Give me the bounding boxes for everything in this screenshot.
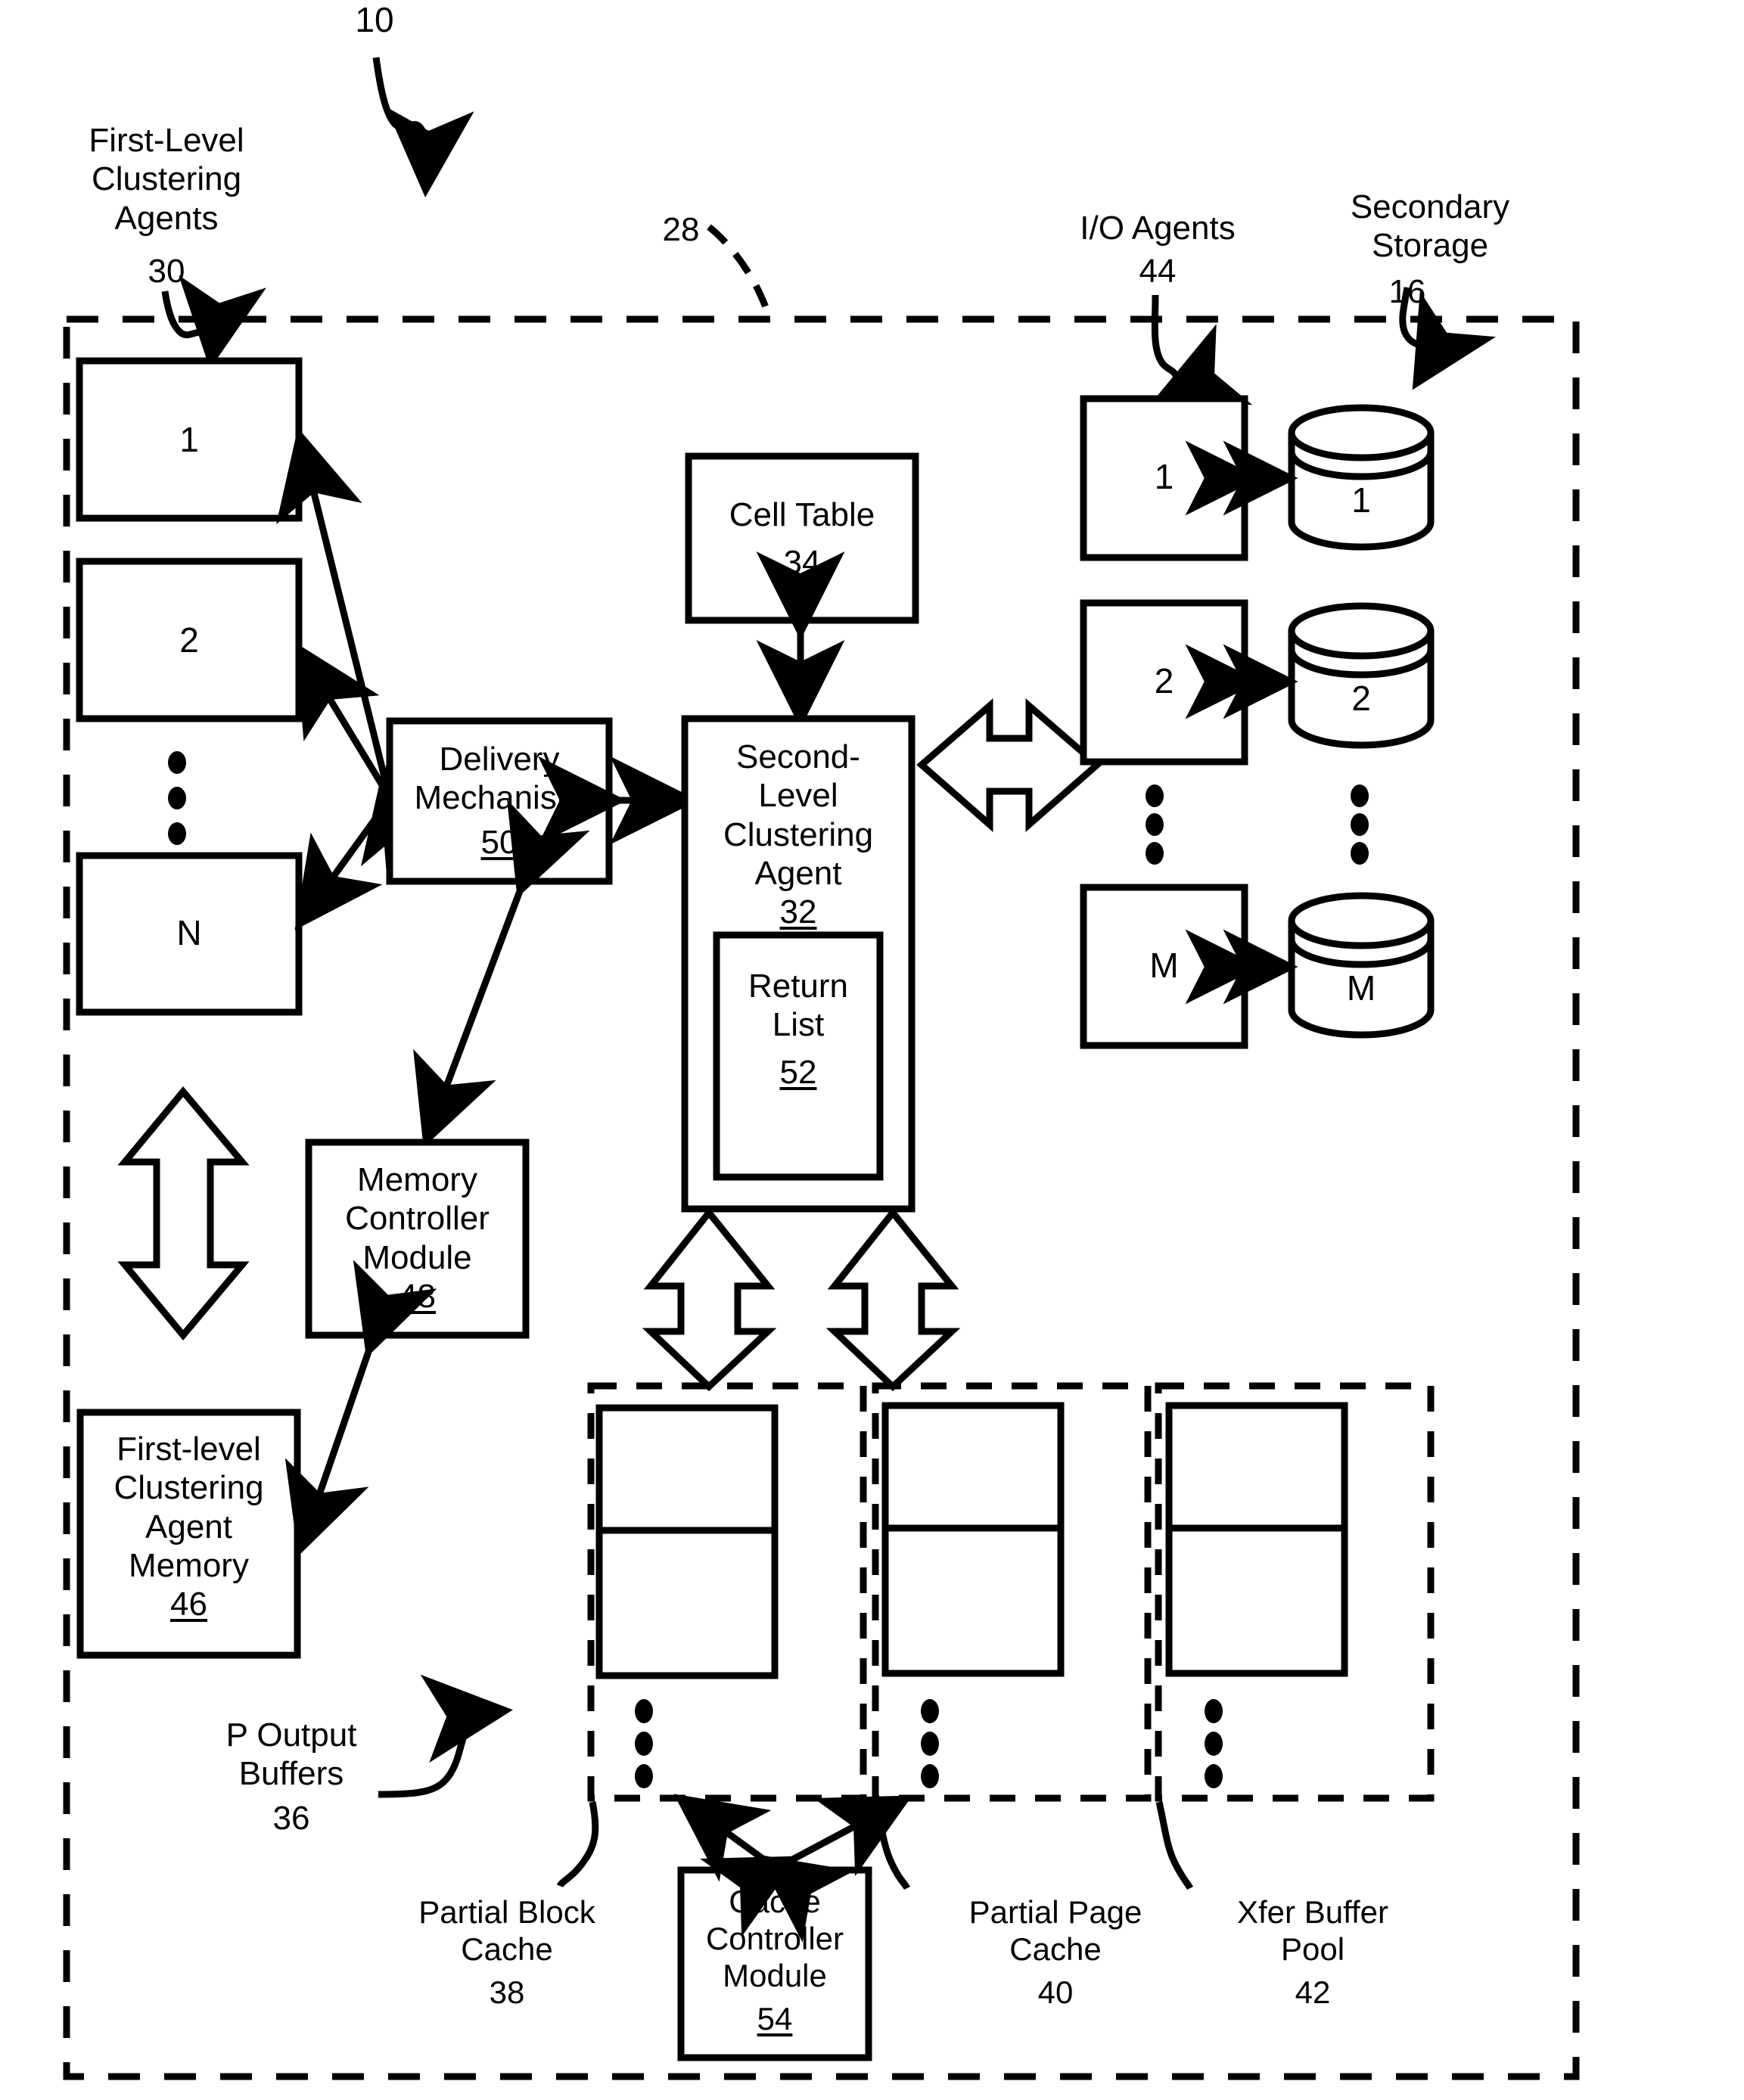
buffer-ellipsis (635, 1699, 653, 1788)
disk-cylinder-m (1288, 892, 1435, 1039)
hollow-arrow-slca-page-cache (825, 1207, 961, 1392)
leader-40 (872, 1801, 911, 1890)
first-level-agents-title: First-Level Clustering Agents (89, 122, 244, 237)
boundary-ref-28: 28 (662, 211, 700, 248)
return-list-label: Return List (748, 968, 849, 1044)
secondary-storage-title: Secondary Storage (1350, 188, 1510, 265)
leader-38 (556, 1801, 599, 1888)
disk-label-2: 2 (1351, 679, 1371, 718)
figure-ref-10: 10 (355, 0, 394, 39)
disk-ellipsis (1351, 784, 1369, 865)
disk-cylinder-2 (1288, 602, 1435, 749)
buffer-slot (1165, 1524, 1348, 1677)
cell-table-label: Cell Table (729, 496, 875, 533)
leader-10 (372, 57, 474, 197)
agent-ellipsis (168, 751, 186, 845)
io-agent-label-m: M (1149, 946, 1179, 985)
hollow-arrow-slca-block-cache (642, 1207, 777, 1392)
buffer-ellipsis (921, 1699, 939, 1788)
hollow-arrow-slca-io (916, 698, 1102, 832)
output-buffers-ref: 36 (272, 1800, 310, 1837)
return-list-ref: 52 (779, 1054, 817, 1091)
leader-30 (161, 275, 266, 369)
cache-controller-ref: 54 (757, 2001, 793, 2036)
io-agent-label-1: 1 (1154, 457, 1174, 496)
io-agents-ref: 44 (1139, 253, 1177, 290)
agent-memory-label: First-level Clustering Agent Memory (113, 1431, 264, 1585)
memory-controller-label: Memory Controller Module (345, 1161, 490, 1276)
hollow-arrow-agents-memory (117, 1086, 250, 1341)
leader-44 (1151, 294, 1253, 405)
delivery-mechanism-label: Delivery Mechanism (414, 741, 585, 817)
cell-table-box (685, 452, 919, 624)
partial-block-cache-label: Partial Block Cache (418, 1894, 595, 1968)
agent-label-2: 2 (179, 620, 199, 660)
io-agent-ellipsis (1146, 784, 1164, 865)
xfer-buffer-pool-ref: 42 (1295, 1974, 1331, 2010)
delivery-mechanism-ref: 50 (480, 824, 518, 861)
arrow-agent1-to-delivery (276, 427, 447, 867)
agent-label-1: 1 (179, 420, 199, 459)
arrow-agentn-to-delivery (294, 717, 466, 930)
buffer-ellipsis (1205, 1699, 1223, 1788)
output-buffers-label: P Output Buffers (225, 1716, 357, 1793)
io-agent-label-2: 2 (1154, 661, 1174, 701)
buffer-slot (595, 1527, 779, 1679)
agent-label-n: N (176, 913, 202, 952)
cell-table-ref: 34 (783, 544, 821, 581)
disk-cylinder-1 (1288, 404, 1435, 551)
secondary-storage-ref: 16 (1388, 273, 1426, 310)
xfer-buffer-pool-label: Xfer Buffer Pool (1237, 1894, 1388, 1968)
leader-42 (1155, 1801, 1194, 1890)
cache-controller-label: Cache Controller Module (705, 1884, 844, 1994)
partial-page-cache-label: Partial Page Cache (968, 1894, 1142, 1968)
second-level-agent-ref: 32 (779, 893, 817, 930)
disk-label-1: 1 (1351, 480, 1371, 520)
partial-block-cache-ref: 38 (489, 1974, 525, 2010)
patent-figure: 10 First-Level Clustering Agents 30 28 I… (0, 0, 1744, 2100)
memory-controller-ref: 48 (399, 1278, 436, 1315)
arrow-memctrl-to-agentmemory (284, 1260, 437, 1557)
first-level-agents-ref: 30 (148, 253, 185, 290)
partial-page-cache-ref: 40 (1037, 1974, 1074, 2010)
agent-memory-ref: 46 (170, 1586, 207, 1623)
disk-label-m: M (1346, 968, 1376, 1008)
arrow-cachectrl-to-block-cache (673, 1794, 855, 1943)
buffer-slot (881, 1524, 1065, 1677)
io-agents-title: I/O Agents (1080, 210, 1236, 247)
second-level-agent-label: Second- Level Clustering Agent (723, 738, 874, 893)
arrow-delivery-to-memctrl (413, 799, 590, 1148)
